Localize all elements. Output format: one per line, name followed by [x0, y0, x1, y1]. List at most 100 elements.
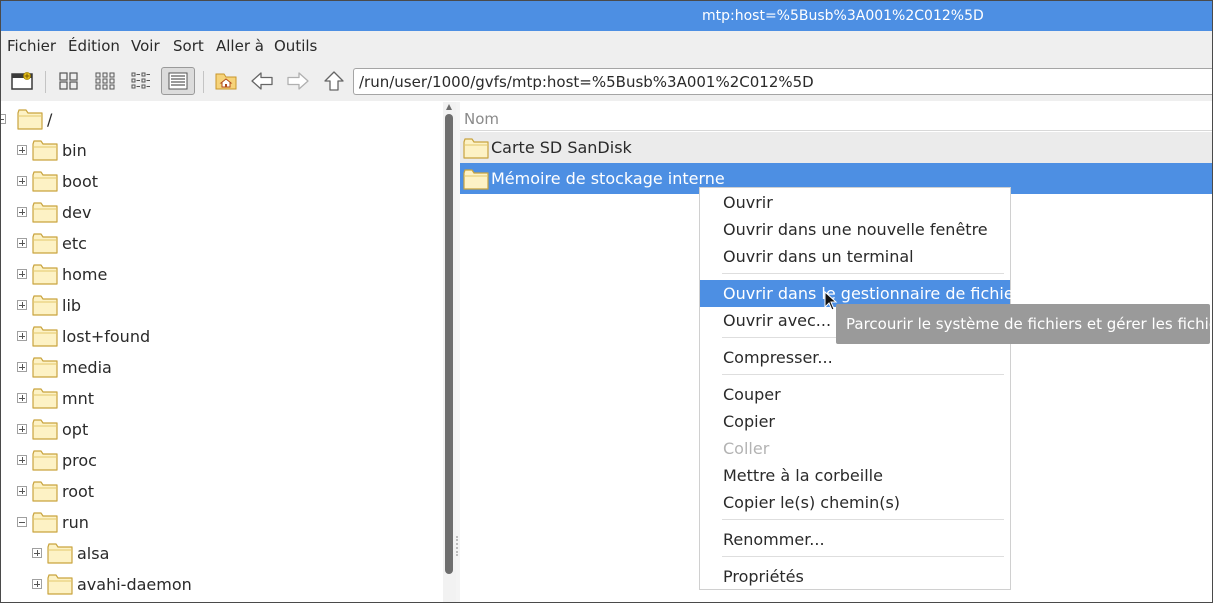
scrollbar-thumb[interactable]: [445, 114, 453, 574]
menu-item-proprietes[interactable]: Propriétés: [700, 563, 1010, 590]
menu-item-ouvrir-terminal[interactable]: Ouvrir dans un terminal: [700, 243, 1010, 270]
tree-item-avahi-daemon[interactable]: avahi-daemon: [1, 569, 443, 600]
window-title: mtp:host=%5Busb%3A001%2C012%5D: [702, 8, 984, 24]
tree-item-root-dir[interactable]: root: [1, 476, 443, 507]
thumbnail-view-button[interactable]: [91, 67, 119, 95]
tree-item-label: media: [62, 358, 112, 377]
expand-icon[interactable]: [17, 300, 27, 310]
path-value: /run/user/1000/gvfs/mtp:host=%5Busb%3A00…: [359, 73, 814, 91]
menu-item-couper[interactable]: Couper: [700, 381, 1010, 408]
tree-item-label: lost+found: [62, 327, 151, 346]
file-row-label: Carte SD SanDisk: [491, 138, 632, 157]
expand-icon[interactable]: [17, 207, 27, 217]
expand-icon[interactable]: [17, 424, 27, 434]
scroll-up-arrow-icon[interactable]: [446, 104, 452, 110]
menu-item-mettre-corbeille[interactable]: Mettre à la corbeille: [700, 462, 1010, 489]
expand-icon[interactable]: [17, 486, 27, 496]
forward-button[interactable]: [284, 67, 312, 95]
menu-bar: Fichier Édition Voir Sort Aller à Outils: [1, 31, 1212, 62]
expand-icon[interactable]: [17, 331, 27, 341]
home-button[interactable]: [212, 67, 240, 95]
menu-item-label: Copier: [723, 412, 775, 431]
toolbar: /run/user/1000/gvfs/mtp:host=%5Busb%3A00…: [1, 62, 1212, 101]
expand-icon[interactable]: [32, 579, 42, 589]
file-row-carte-sd[interactable]: Carte SD SanDisk: [460, 132, 1212, 163]
menu-separator: [722, 273, 1004, 274]
folder-icon: [32, 264, 58, 285]
menu-item-label: Renommer...: [723, 530, 825, 549]
tree-item-run[interactable]: run: [1, 507, 443, 538]
menu-item-compresser[interactable]: Compresser...: [700, 344, 1010, 371]
title-bar[interactable]: mtp:host=%5Busb%3A001%2C012%5D: [1, 1, 1212, 31]
tree-item-etc[interactable]: etc: [1, 228, 443, 259]
tree-item-lost-found[interactable]: lost+found: [1, 321, 443, 352]
path-bar[interactable]: /run/user/1000/gvfs/mtp:host=%5Busb%3A00…: [353, 68, 1212, 95]
menu-fichier[interactable]: Fichier: [7, 37, 56, 55]
tree-item-bin[interactable]: bin: [1, 135, 443, 166]
menu-item-copier[interactable]: Copier: [700, 408, 1010, 435]
menu-item-label: Mettre à la corbeille: [723, 466, 883, 485]
up-arrow-icon: [324, 71, 344, 91]
tree-item-label: opt: [62, 420, 89, 439]
expand-icon[interactable]: [17, 145, 27, 155]
menu-edition[interactable]: Édition: [68, 37, 120, 55]
column-header-label: Nom: [464, 110, 500, 128]
menu-item-ouvrir[interactable]: Ouvrir: [700, 189, 1010, 216]
tree-item-proc[interactable]: proc: [1, 445, 443, 476]
folder-icon: [32, 512, 58, 533]
tree-item-media[interactable]: media: [1, 352, 443, 383]
expand-icon[interactable]: [17, 393, 27, 403]
expand-icon[interactable]: [32, 548, 42, 558]
tree-item-lib[interactable]: lib: [1, 290, 443, 321]
splitter-grip[interactable]: [456, 536, 458, 556]
tree-item-label: home: [62, 265, 108, 284]
folder-icon: [32, 140, 58, 161]
menu-item-label: Ouvrir dans le gestionnaire de fichiers: [723, 284, 1029, 303]
menu-item-ouvrir-nouvelle-fenetre[interactable]: Ouvrir dans une nouvelle fenêtre: [700, 216, 1010, 243]
tree-item-alsa[interactable]: alsa: [1, 538, 443, 569]
menu-item-ouvrir-gestionnaire-fichiers[interactable]: Ouvrir dans le gestionnaire de fichiers: [700, 280, 1029, 307]
tree-scrollbar[interactable]: [443, 102, 456, 602]
mouse-cursor-icon: [824, 291, 838, 311]
tree-item-dev[interactable]: dev: [1, 197, 443, 228]
detailed-list-view-button[interactable]: [161, 67, 195, 95]
menu-item-label: Ouvrir avec...: [723, 311, 832, 330]
menu-outils[interactable]: Outils: [274, 37, 317, 55]
folder-icon: [32, 357, 58, 378]
up-button[interactable]: [320, 67, 348, 95]
home-icon: [215, 73, 237, 90]
collapse-icon[interactable]: [17, 517, 27, 527]
expand-icon[interactable]: [17, 269, 27, 279]
tree-item-root[interactable]: /: [1, 104, 443, 135]
expand-icon[interactable]: [17, 238, 27, 248]
expand-icon[interactable]: [17, 176, 27, 186]
menu-item-copier-chemins[interactable]: Copier le(s) chemin(s): [700, 489, 1010, 516]
tree-item-home[interactable]: home: [1, 259, 443, 290]
tree-item-label: boot: [62, 172, 99, 191]
collapse-icon[interactable]: [1, 114, 6, 124]
menu-voir[interactable]: Voir: [131, 37, 160, 55]
expand-icon[interactable]: [17, 362, 27, 372]
tree-item-label: avahi-daemon: [77, 575, 192, 594]
tree-item-label: lib: [62, 296, 82, 315]
expand-icon[interactable]: [17, 455, 27, 465]
menu-sort[interactable]: Sort: [173, 37, 204, 55]
tooltip-text: Parcourir le système de fichiers et gére…: [846, 315, 1213, 333]
tooltip: Parcourir le système de fichiers et gére…: [836, 304, 1213, 344]
tree-item-label: /: [47, 110, 53, 129]
tree-item-label: root: [62, 482, 95, 501]
menu-item-label: Compresser...: [723, 348, 833, 367]
back-button[interactable]: [248, 67, 276, 95]
compact-view-button[interactable]: [127, 67, 155, 95]
tree-item-mnt[interactable]: mnt: [1, 383, 443, 414]
compact-view-icon: [131, 72, 150, 89]
icon-view-button[interactable]: [55, 67, 83, 95]
column-header-nom[interactable]: Nom: [460, 105, 1212, 131]
folder-icon: [17, 109, 43, 130]
new-window-button[interactable]: [8, 67, 36, 95]
folder-icon: [32, 295, 58, 316]
menu-aller-a[interactable]: Aller à: [216, 37, 264, 55]
menu-item-renommer[interactable]: Renommer...: [700, 526, 1010, 553]
tree-item-boot[interactable]: boot: [1, 166, 443, 197]
tree-item-opt[interactable]: opt: [1, 414, 443, 445]
